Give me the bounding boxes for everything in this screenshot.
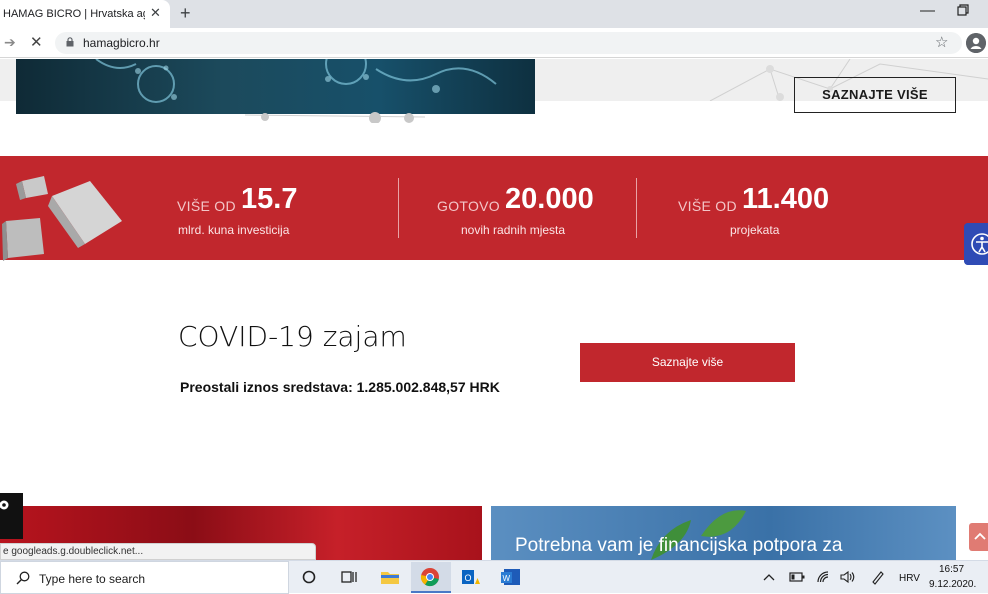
show-hidden-icons-chevron-icon[interactable]: [763, 572, 775, 582]
chrome-icon: [420, 568, 439, 587]
chrome-taskbar-button[interactable]: [411, 562, 451, 593]
tab-close-icon[interactable]: ✕: [150, 5, 161, 21]
cortana-icon[interactable]: [298, 567, 320, 587]
stats-band: VIŠE OD 15.7 mlrd. kuna investicija GOTO…: [0, 156, 988, 261]
stat-number: 11.400: [742, 183, 830, 215]
chevron-up-icon: [974, 532, 986, 540]
address-bar[interactable]: hamagbicro.hr ☆: [55, 32, 962, 54]
browser-tab-strip: HAMAG BICRO | Hrvatska agencij ✕ + —: [0, 0, 988, 28]
settings-gear-tab[interactable]: [0, 493, 23, 539]
stat-caption: mlrd. kuna investicija: [178, 223, 290, 237]
stat-prefix: GOTOVO: [437, 198, 500, 214]
wifi-icon[interactable]: [816, 570, 830, 584]
svg-text:O: O: [465, 573, 472, 583]
virus-banner-image: [16, 59, 535, 114]
file-explorer-icon[interactable]: [379, 567, 401, 587]
stat-divider: [636, 178, 637, 238]
stat-jobs: GOTOVO 20.000 novih radnih mjesta: [437, 156, 627, 260]
search-icon: [16, 571, 30, 585]
word-icon[interactable]: W: [500, 567, 522, 587]
card-heading: Potrebna vam je financijska potpora za: [515, 535, 843, 556]
stat-divider: [398, 178, 399, 238]
minimize-icon[interactable]: —: [920, 2, 935, 19]
taskbar-search-box[interactable]: Type here to search: [0, 561, 289, 594]
accessibility-icon[interactable]: [964, 223, 988, 265]
pen-workspace-icon[interactable]: [870, 569, 886, 585]
stat-prefix: VIŠE OD: [177, 198, 236, 214]
outlook-icon[interactable]: O: [460, 567, 482, 587]
clock-time[interactable]: 16:57: [939, 564, 964, 575]
url-text[interactable]: hamagbicro.hr: [83, 36, 160, 50]
svg-text:W: W: [503, 574, 511, 583]
covid-loan-heading: COVID-19 zajam: [178, 320, 407, 353]
volume-icon[interactable]: [840, 570, 856, 584]
stat-caption: projekata: [730, 223, 780, 237]
slider-pagination-dots[interactable]: [245, 111, 425, 123]
stat-caption: novih radnih mjesta: [461, 223, 566, 237]
gear-icon[interactable]: [0, 498, 12, 512]
hero-learn-more-button[interactable]: SAZNAJTE VIŠE: [794, 77, 956, 113]
search-placeholder[interactable]: Type here to search: [39, 572, 145, 586]
input-language-indicator[interactable]: HRV: [899, 573, 920, 584]
stat-investments: VIŠE OD 15.7 mlrd. kuna investicija: [177, 156, 387, 260]
browser-tab[interactable]: HAMAG BICRO | Hrvatska agencij ✕: [0, 0, 170, 28]
forward-arrow-icon[interactable]: ➔: [4, 34, 16, 51]
browser-status-bubble: e googleads.g.doubleclick.net...: [0, 543, 316, 560]
bookmark-star-icon[interactable]: ☆: [935, 33, 948, 51]
status-url-text: e googleads.g.doubleclick.net...: [3, 546, 144, 557]
web-page: SAZNAJTE VIŠE VIŠE OD 15.7 mlrd. kuna in…: [0, 59, 988, 560]
stat-projects: VIŠE OD 11.400 projekata: [678, 156, 878, 260]
task-view-icon[interactable]: [338, 567, 360, 587]
covid-learn-more-button[interactable]: Saznajte više: [580, 343, 795, 382]
battery-icon[interactable]: [789, 572, 805, 582]
tab-title: HAMAG BICRO | Hrvatska agencij: [3, 8, 145, 20]
windows-taskbar: Type here to search O W HRV 16:57 9.12.2…: [0, 560, 988, 594]
lock-icon[interactable]: [66, 37, 74, 47]
stat-number: 20.000: [505, 183, 594, 215]
stop-loading-icon[interactable]: ✕: [30, 33, 43, 51]
cubes-illustration: [2, 176, 122, 261]
stat-prefix: VIŠE OD: [678, 198, 737, 214]
stat-number: 15.7: [241, 183, 298, 215]
remaining-funds-text: Preostali iznos sredstava: 1.285.002.848…: [180, 379, 500, 395]
clock-date[interactable]: 9.12.2020.: [929, 579, 976, 590]
restore-window-icon[interactable]: [957, 4, 969, 16]
scroll-to-top-button[interactable]: [969, 523, 988, 551]
profile-avatar-icon[interactable]: [966, 33, 986, 53]
browser-toolbar: ➔ ✕ hamagbicro.hr ☆: [0, 28, 988, 58]
financial-support-card[interactable]: Potrebna vam je financijska potpora za: [491, 506, 956, 560]
new-tab-icon[interactable]: +: [180, 3, 191, 24]
